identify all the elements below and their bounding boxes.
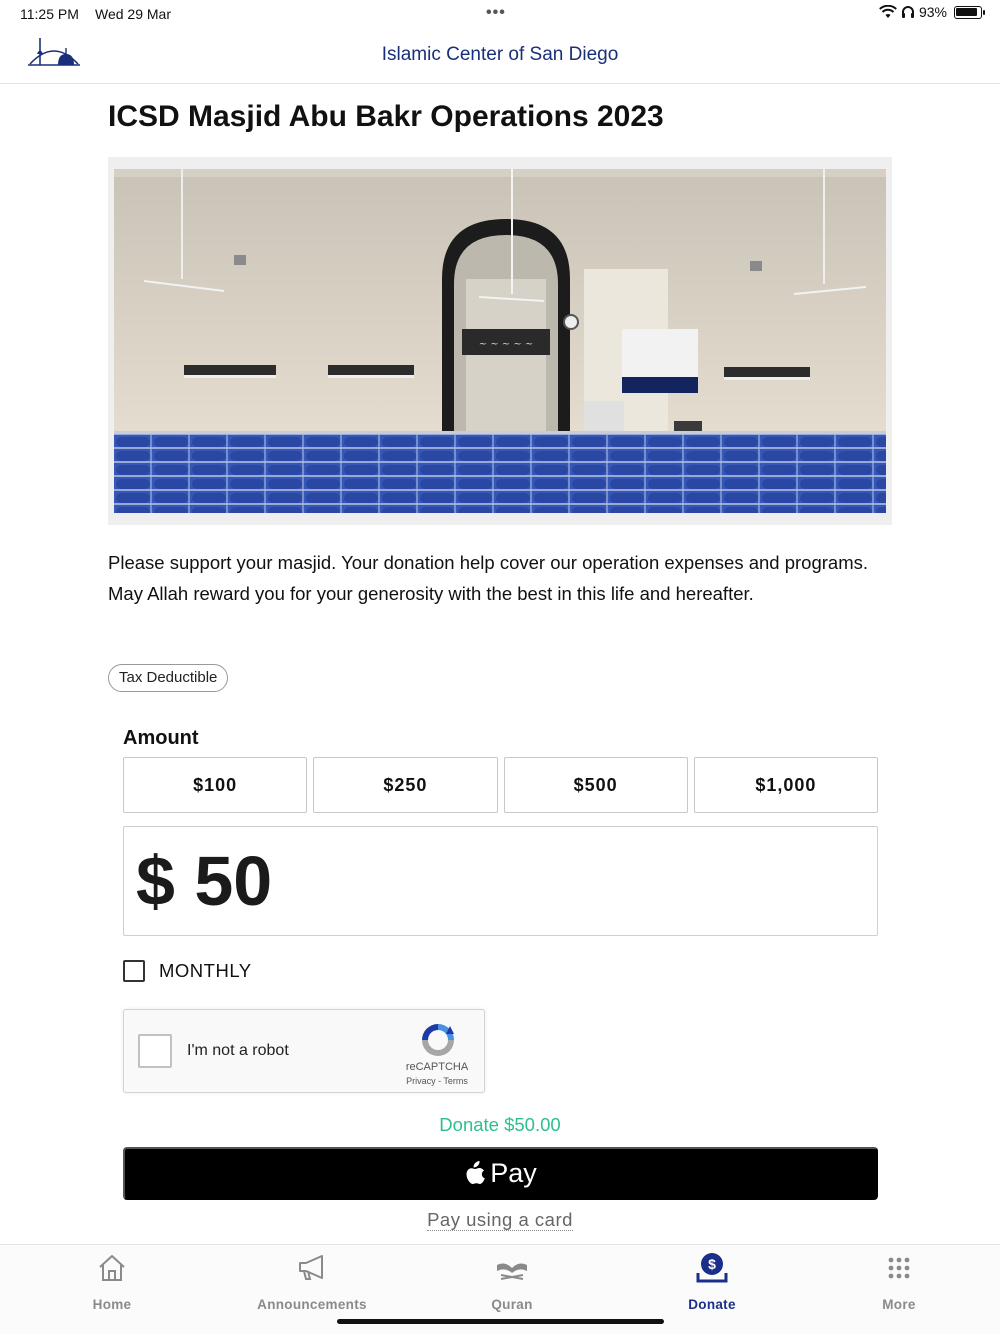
tab-announcements-label: Announcements xyxy=(257,1297,367,1312)
tab-announcements[interactable]: Announcements xyxy=(212,1245,412,1323)
battery-percent: 93% xyxy=(918,4,947,20)
recaptcha-logo-icon xyxy=(422,1024,454,1056)
page-title: ICSD Masjid Abu Bakr Operations 2023 xyxy=(108,100,664,133)
apple-pay-label: Pay xyxy=(490,1158,537,1188)
home-icon xyxy=(99,1255,125,1281)
nav-title: Islamic Center of San Diego xyxy=(381,44,619,65)
multitasking-dots-icon[interactable]: ••• xyxy=(486,4,506,22)
pay-using-card-link[interactable]: Pay using a card xyxy=(427,1209,573,1231)
tab-donate-label: Donate xyxy=(688,1297,736,1312)
amount-label: Amount xyxy=(123,727,199,749)
amount-500-button[interactable]: $500 xyxy=(503,757,688,813)
wifi-icon xyxy=(879,5,897,18)
svg-text:~ ~ ~ ~ ~: ~ ~ ~ ~ ~ xyxy=(479,339,534,350)
status-date: Wed 29 Mar xyxy=(95,6,171,22)
tab-more[interactable]: More xyxy=(799,1245,999,1323)
pay-card-container: Pay using a card xyxy=(0,1209,1000,1231)
custom-amount-input[interactable]: $ 50 xyxy=(123,826,878,936)
monthly-checkbox[interactable] xyxy=(123,960,145,982)
recaptcha-checkbox[interactable] xyxy=(138,1034,172,1068)
tab-donate[interactable]: $ Donate xyxy=(612,1245,812,1323)
apple-logo-icon xyxy=(466,1160,486,1184)
amount-100-button[interactable]: $100 xyxy=(123,757,308,813)
status-time: 11:25 PM xyxy=(20,6,79,22)
tab-quran-label: Quran xyxy=(491,1297,533,1312)
status-indicators: 93% xyxy=(879,4,985,20)
tab-home-label: Home xyxy=(92,1297,132,1312)
headphones-icon xyxy=(901,6,914,18)
monthly-toggle[interactable]: MONTHLY xyxy=(123,960,252,982)
recaptcha-links[interactable]: Privacy - Terms xyxy=(394,1076,480,1086)
recaptcha-label: I'm not a robot xyxy=(187,1042,289,1059)
recaptcha-brand: reCAPTCHA xyxy=(405,1061,469,1073)
tab-more-label: More xyxy=(882,1297,916,1312)
nav-bar: Islamic Center of San Diego xyxy=(0,28,1000,84)
amount-preset-row: $100 $250 $500 $1,000 xyxy=(123,757,878,813)
campaign-description: Please support your masjid. Your donatio… xyxy=(108,552,868,604)
recaptcha-widget: I'm not a robot reCAPTCHA Privacy - Term… xyxy=(123,1009,485,1093)
megaphone-icon xyxy=(299,1255,323,1280)
status-bar: 11:25 PM Wed 29 Mar ••• 93% xyxy=(0,0,1000,28)
hero-image-frame: ~ ~ ~ ~ ~ xyxy=(108,157,892,525)
monthly-label: MONTHLY xyxy=(159,960,252,981)
donate-summary: Donate $50.00 xyxy=(439,1114,561,1135)
amount-1000-button[interactable]: $1,000 xyxy=(693,757,878,813)
donate-icon: $ xyxy=(696,1253,728,1283)
tab-quran[interactable]: Quran xyxy=(412,1245,612,1323)
tab-home[interactable]: Home xyxy=(12,1245,212,1323)
tax-deductible-badge: Tax Deductible xyxy=(108,664,229,692)
home-indicator[interactable] xyxy=(337,1319,664,1324)
svg-text:$: $ xyxy=(708,1256,716,1272)
battery-icon xyxy=(954,5,985,19)
grid-icon xyxy=(888,1257,910,1279)
apple-pay-button[interactable]: Pay xyxy=(123,1147,878,1200)
book-icon xyxy=(497,1263,527,1280)
mosque-interior-image: ~ ~ ~ ~ ~ xyxy=(114,169,886,513)
amount-250-button[interactable]: $250 xyxy=(313,757,498,813)
